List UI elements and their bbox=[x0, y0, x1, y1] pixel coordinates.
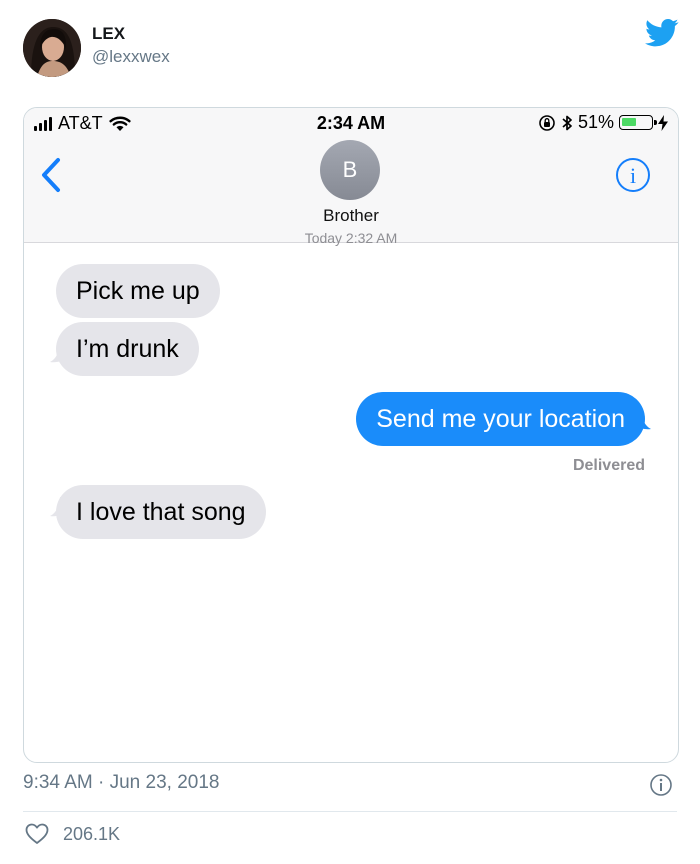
back-chevron-icon[interactable] bbox=[38, 156, 64, 194]
info-icon[interactable]: i bbox=[615, 157, 651, 193]
bluetooth-icon bbox=[562, 115, 572, 130]
author-handle[interactable]: @lexxwex bbox=[92, 47, 170, 67]
battery-icon bbox=[619, 115, 657, 130]
message-thread[interactable]: Today 2:32 AM Pick me up I’m drunk Send … bbox=[24, 230, 678, 762]
message-bubble-incoming[interactable]: I love that song bbox=[56, 485, 266, 539]
author-name[interactable]: LEX bbox=[92, 24, 125, 44]
imessage-header: AT&T 2:34 AM 51% B Brother i bbox=[24, 108, 678, 243]
charging-bolt-icon bbox=[658, 114, 668, 131]
tweet-divider bbox=[23, 811, 677, 812]
tweet-card: LEX @lexxwex AT&T 2:34 AM 51% B Brother … bbox=[0, 0, 700, 864]
author-avatar[interactable] bbox=[23, 19, 81, 77]
like-count: 206.1K bbox=[63, 823, 121, 844]
like-row[interactable]: 206.1K bbox=[25, 823, 120, 845]
svg-text:i: i bbox=[630, 163, 636, 188]
delivered-status: Delivered bbox=[572, 457, 645, 474]
ios-status-bar: AT&T 2:34 AM 51% bbox=[24, 108, 678, 138]
screenshot-media[interactable]: AT&T 2:34 AM 51% B Brother i Today 2:32 … bbox=[23, 107, 679, 763]
tweet-info-icon[interactable] bbox=[649, 773, 673, 797]
battery-percent: 51% bbox=[577, 112, 614, 132]
thread-timestamp: Today 2:32 AM bbox=[304, 230, 398, 246]
contact-avatar[interactable]: B bbox=[320, 140, 380, 200]
heart-icon[interactable] bbox=[25, 823, 49, 845]
message-bubble-incoming[interactable]: I’m drunk bbox=[56, 322, 199, 376]
tweet-timestamp[interactable]: 9:34 AM · Jun 23, 2018 bbox=[23, 772, 219, 794]
orientation-lock-icon bbox=[539, 114, 555, 131]
contact-name[interactable]: Brother bbox=[24, 206, 678, 226]
status-right-group: 51% bbox=[538, 112, 668, 133]
message-bubble-incoming[interactable]: Pick me up bbox=[56, 264, 220, 318]
twitter-bird-icon[interactable] bbox=[645, 18, 679, 48]
message-bubble-outgoing[interactable]: Send me your location bbox=[356, 392, 645, 446]
